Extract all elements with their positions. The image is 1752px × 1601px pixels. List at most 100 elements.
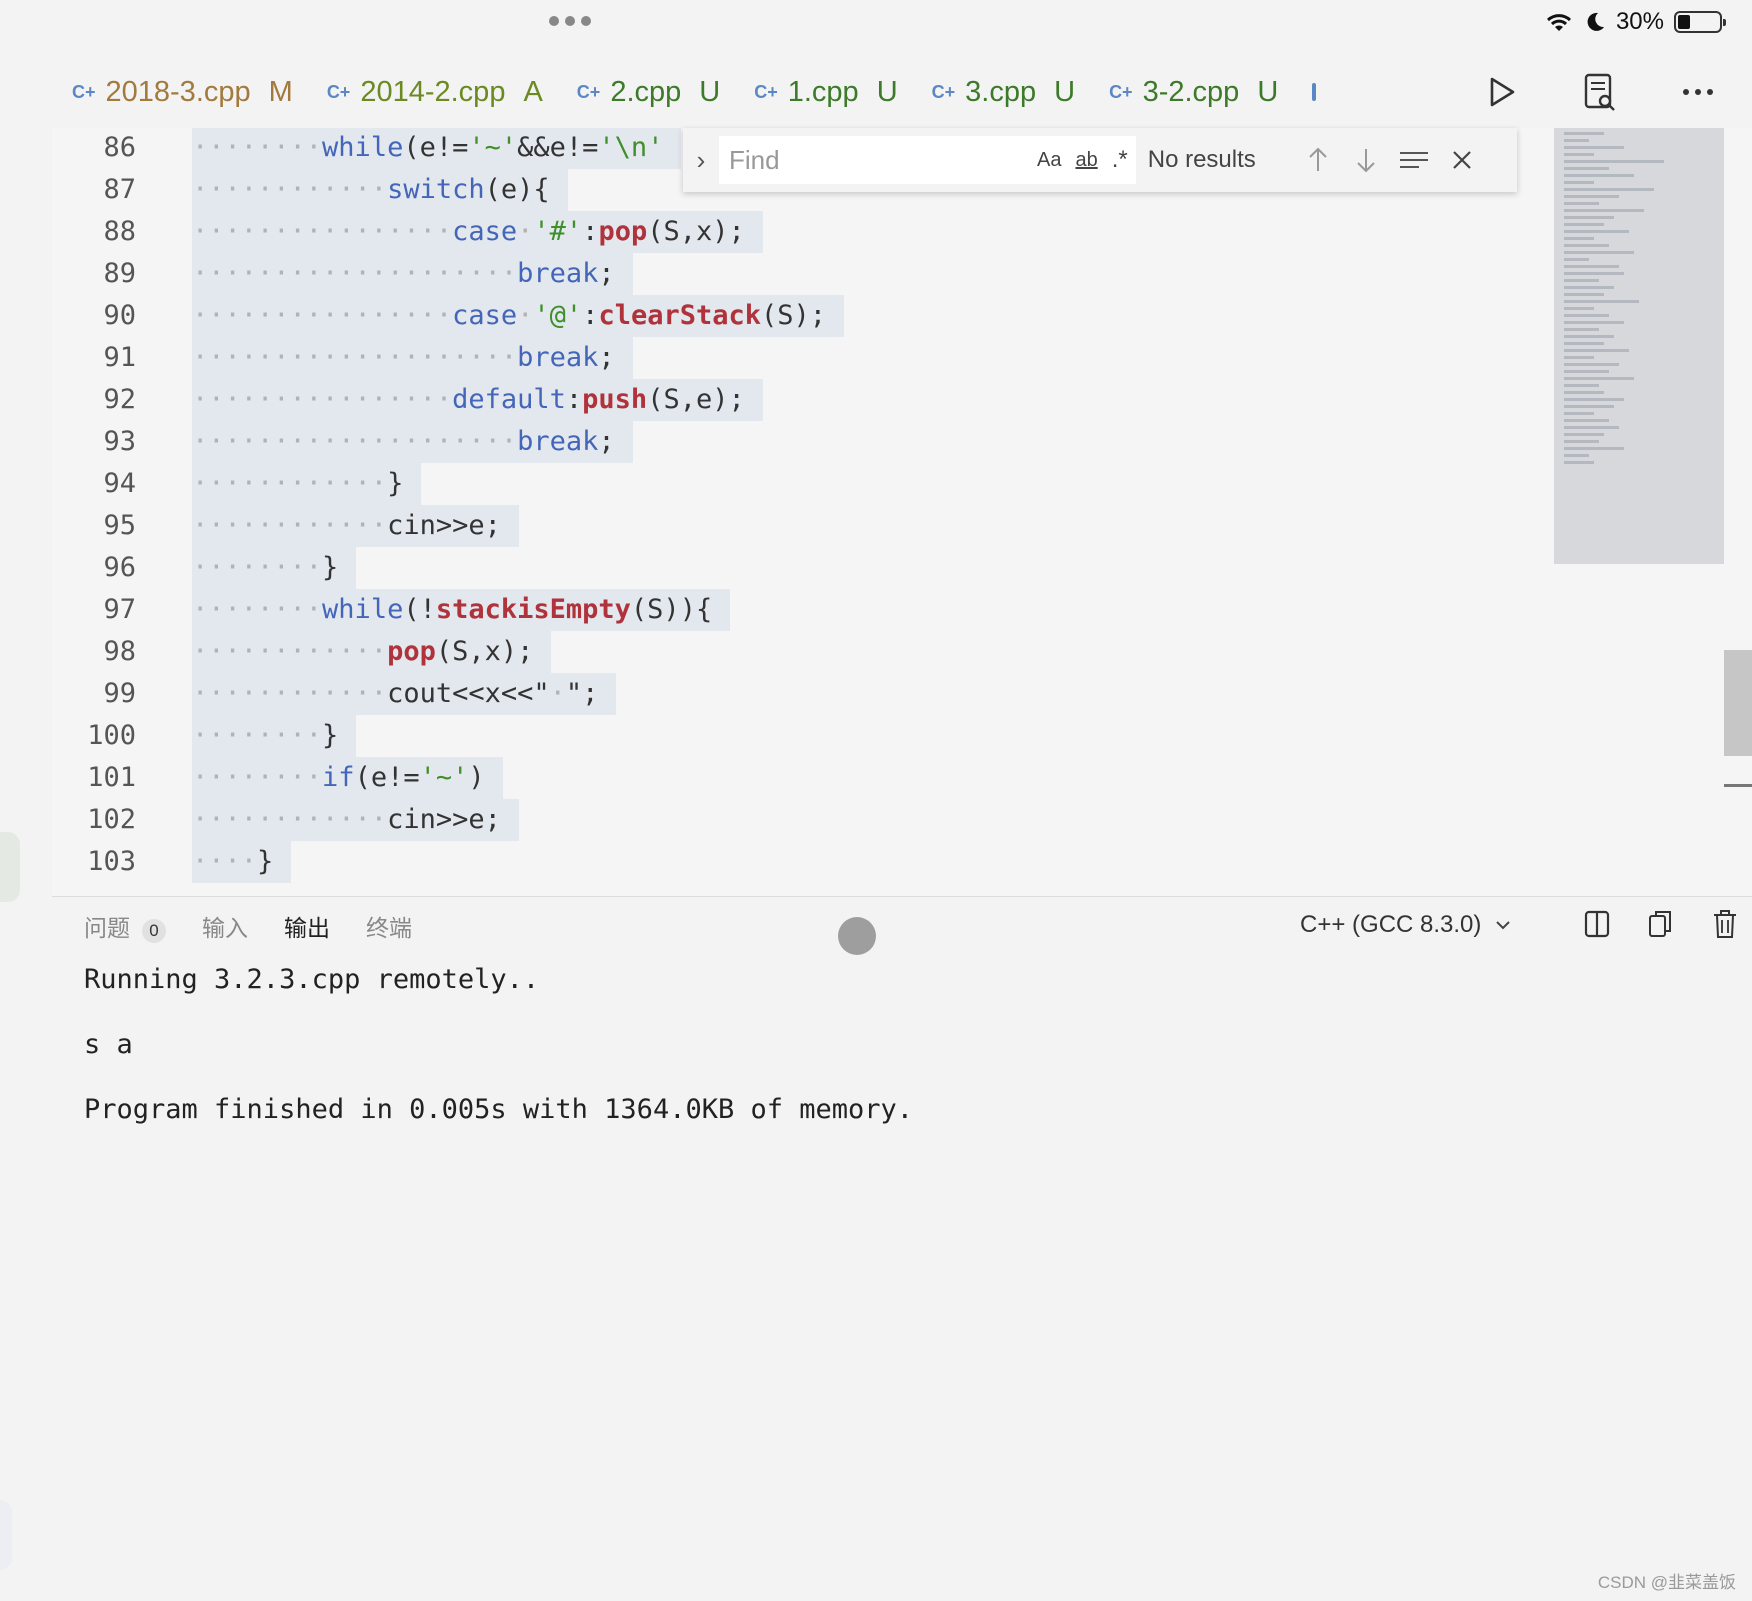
code-line[interactable]: 98 ············pop(S,x);: [52, 631, 1552, 673]
code-line[interactable]: 97 ········while(!stackisEmpty(S)){: [52, 589, 1552, 631]
code-line[interactable]: 91 ····················break;: [52, 337, 1552, 379]
language-label: C++ (GCC 8.3.0): [1300, 911, 1482, 938]
run-icon[interactable]: [1476, 66, 1528, 118]
code-line[interactable]: 88 ················case·'#':pop(S,x);: [52, 211, 1552, 253]
code-token: ················: [192, 216, 453, 247]
code-line[interactable]: 99 ············cout<<x<<"·";: [52, 673, 1552, 715]
code-token: }: [322, 552, 339, 583]
battery-icon: [1674, 11, 1726, 33]
watermark: CSDN @韭菜盖饭: [1597, 1573, 1736, 1592]
cpp-file-icon: C+: [1109, 81, 1133, 102]
tab-git-badge: U: [1257, 75, 1279, 108]
line-number: 98: [103, 636, 136, 667]
code-token: ·: [517, 300, 534, 331]
minimap-line: [1564, 272, 1624, 275]
code-token: switch: [387, 174, 485, 205]
editor-tab[interactable]: C+ 2.cpp U: [577, 76, 720, 109]
code-text: ········}: [192, 547, 357, 589]
code-line[interactable]: 92 ················default:push(S,e);: [52, 379, 1552, 421]
minimap-line: [1564, 279, 1599, 282]
code-text: ····················break;: [192, 253, 633, 295]
minimap-line: [1564, 454, 1589, 457]
sidebar-pull-tab[interactable]: [0, 832, 20, 902]
line-number: 99: [103, 678, 136, 709]
minimap-line: [1564, 356, 1594, 359]
panel-tab[interactable]: 终端: [366, 909, 412, 943]
toggle-replace-chevron-icon[interactable]: ›: [683, 145, 719, 176]
search-document-icon[interactable]: [1574, 66, 1626, 118]
minimap-line: [1564, 426, 1619, 429]
trash-icon[interactable]: [1708, 907, 1742, 941]
close-find-icon[interactable]: [1438, 150, 1486, 170]
find-input[interactable]: [719, 136, 1029, 184]
editor-tab[interactable]: C+ 2018-3.cpp M: [72, 76, 293, 109]
code-token: ············: [192, 636, 388, 667]
editor-scrollbar-thumb[interactable]: [1724, 650, 1752, 756]
code-line[interactable]: 103 ····}: [52, 841, 1552, 883]
language-select[interactable]: C++ (GCC 8.3.0): [1300, 911, 1511, 939]
whole-word-toggle[interactable]: ab: [1075, 149, 1097, 172]
code-text: ····················break;: [192, 337, 633, 379]
code-line[interactable]: 102 ············cin>>e;: [52, 799, 1552, 841]
editor-tab[interactable]: C+ 3-2.cpp U: [1109, 76, 1278, 109]
minimap-line: [1564, 139, 1589, 142]
minimap[interactable]: [1554, 128, 1724, 564]
editor-tab[interactable]: C+ 1.cpp U: [754, 76, 897, 109]
output-line: Program finished in 0.005s with 1364.0KB…: [84, 1094, 914, 1125]
minimap-line: [1564, 265, 1619, 268]
find-options: Aa ab .*: [1029, 136, 1136, 184]
panel-tab[interactable]: 输入: [202, 909, 248, 943]
minimap-line: [1564, 419, 1609, 422]
code-token: (e!=: [403, 132, 469, 163]
match-case-toggle[interactable]: Aa: [1037, 149, 1061, 172]
line-number: 94: [103, 468, 136, 499]
code-token: clearStack: [598, 300, 761, 331]
split-panel-icon[interactable]: [1580, 907, 1614, 941]
code-token: stackisEmpty: [435, 594, 631, 625]
editor-tab[interactable]: C+ 3.cpp U: [932, 76, 1075, 109]
code-token: ········: [192, 552, 323, 583]
code-token: ········: [192, 132, 323, 163]
tab-label: 1.cpp: [787, 75, 859, 108]
tab-git-badge: U: [699, 75, 721, 108]
code-line[interactable]: 101 ········if(e!='~'): [52, 757, 1552, 799]
code-token: while: [322, 594, 404, 625]
regex-toggle[interactable]: .*: [1112, 146, 1128, 174]
code-token: case: [452, 216, 518, 247]
code-line[interactable]: 94 ············}: [52, 463, 1552, 505]
panel-tab-label: 终端: [366, 915, 412, 941]
tab-git-badge: U: [1054, 75, 1076, 108]
panel-tab-label: 问题: [84, 915, 130, 941]
more-icon[interactable]: [1672, 66, 1724, 118]
cpp-file-icon: C+: [576, 81, 601, 102]
minimap-line: [1564, 363, 1619, 366]
multitask-handle[interactable]: [549, 16, 591, 26]
code-token: pop: [387, 636, 436, 667]
line-number: 90: [103, 300, 136, 331]
panel-tab[interactable]: 问题 0: [84, 909, 166, 943]
moon-icon: [1587, 12, 1604, 31]
editor-tab[interactable]: C+ 2014-2.cpp A: [327, 76, 543, 109]
panel-tab[interactable]: 输出: [284, 909, 330, 943]
code-line[interactable]: 90 ················case·'@':clearStack(S)…: [52, 295, 1552, 337]
line-number: 102: [87, 804, 136, 835]
code-line[interactable]: 96 ········}: [52, 547, 1552, 589]
code-line[interactable]: 100 ········}: [52, 715, 1552, 757]
find-in-selection-icon[interactable]: [1390, 150, 1438, 170]
previous-match-arrow-up-icon[interactable]: [1294, 147, 1342, 173]
tab-git-badge: A: [523, 75, 543, 108]
code-token: pop: [598, 216, 648, 247]
editor-tab-bar: C+ 2018-3.cpp M C+ 2014-2.cpp A C+ 2.cpp U C+ 1.cp…: [52, 58, 1752, 126]
code-token: ················: [192, 300, 453, 331]
minimap-line: [1564, 223, 1604, 226]
copy-icon[interactable]: [1644, 907, 1678, 941]
sidebar-pull-tab-secondary[interactable]: [0, 1500, 12, 1570]
next-match-arrow-down-icon[interactable]: [1342, 147, 1390, 173]
cpp-file-icon: C+: [754, 81, 778, 102]
code-line[interactable]: 89 ····················break;: [52, 253, 1552, 295]
overflow-tab-edge[interactable]: [1312, 83, 1317, 101]
code-token: ·: [517, 216, 534, 247]
code-line[interactable]: 95 ············cin>>e;: [52, 505, 1552, 547]
code-line[interactable]: 93 ····················break;: [52, 421, 1552, 463]
code-editor[interactable]: 86 ········while(e!='~'&&e!='\n' 87 ·······…: [52, 128, 1752, 896]
